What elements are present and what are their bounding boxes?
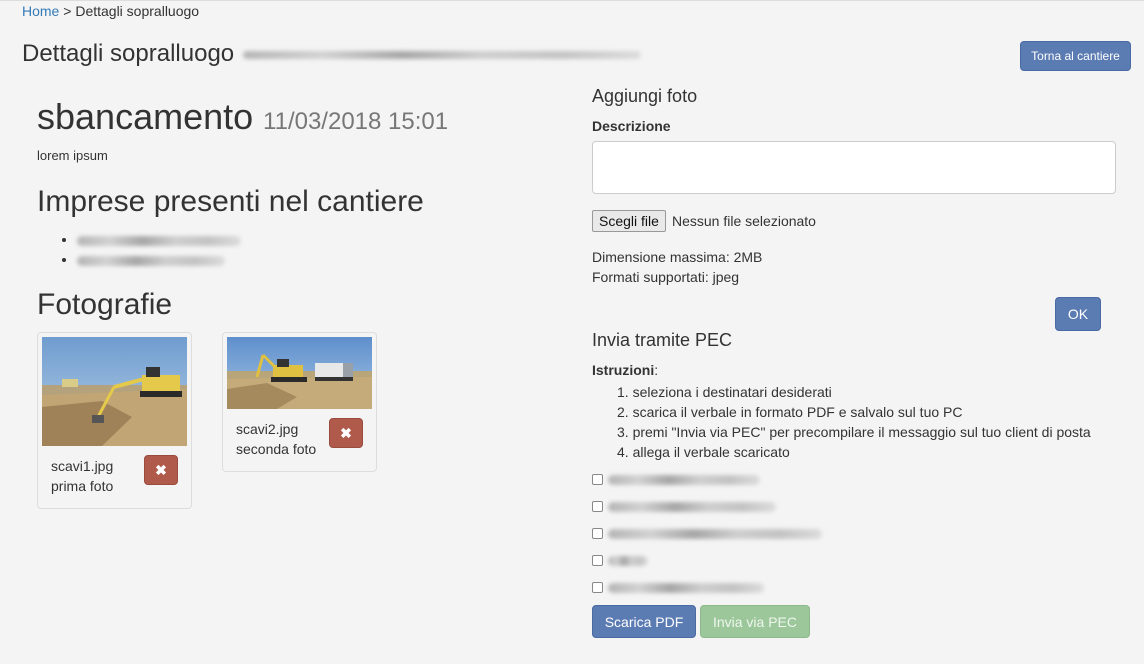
photo-card: scavi1.jpg prima foto ✖: [37, 332, 192, 509]
instructions-colon: :: [654, 362, 659, 378]
description-textarea[interactable]: [592, 141, 1116, 194]
instructions-list: 1. seleziona i destinatari desiderati 2.…: [617, 382, 1091, 462]
top-border: [0, 0, 1144, 1]
inspection-header: sbancamento 11/03/2018 15:01: [37, 96, 448, 138]
photo-card: scavi2.jpg seconda foto ✖: [222, 332, 377, 472]
instruction-step: 3. premi "Invia via PEC" per precompilar…: [617, 424, 1091, 440]
redacted-company: [77, 255, 225, 266]
redacted-recipient: [608, 502, 776, 512]
delete-photo-button[interactable]: ✖: [144, 455, 178, 485]
photos-heading: Fotografie: [37, 288, 173, 321]
back-to-site-button[interactable]: Torna al cantiere: [1020, 41, 1131, 71]
photo-caption: seconda foto: [236, 441, 317, 457]
recipient-checkbox[interactable]: [592, 501, 603, 512]
recipient-checkbox[interactable]: [592, 528, 603, 539]
formats-note: Formati supportati: jpeg: [592, 269, 740, 285]
breadcrumb-separator: >: [63, 3, 72, 19]
recipient-checkbox[interactable]: [592, 474, 603, 485]
photo-filename: scavi1.jpg: [51, 458, 114, 474]
companies-list: [37, 230, 241, 270]
close-icon: ✖: [155, 462, 167, 478]
breadcrumb: Home > Dettagli sopralluogo: [22, 3, 199, 19]
breadcrumb-current: Dettagli sopralluogo: [75, 3, 200, 19]
page-title: Dettagli sopralluogo: [22, 40, 641, 68]
recipient-checkbox[interactable]: [592, 582, 603, 593]
pec-heading: Invia tramite PEC: [592, 330, 733, 350]
recipient-checkbox[interactable]: [592, 555, 603, 566]
instructions-label-text: Istruzioni: [592, 362, 655, 378]
redacted-site-name: [242, 50, 641, 59]
companies-heading: Imprese presenti nel cantiere: [37, 185, 424, 218]
ok-button[interactable]: OK: [1055, 297, 1101, 331]
instruction-step: 2. scarica il verbale in formato PDF e s…: [617, 404, 963, 420]
photo-caption: prima foto: [51, 478, 114, 494]
download-pdf-button[interactable]: Scarica PDF: [592, 605, 696, 638]
description-label: Descrizione: [592, 118, 671, 134]
photo-filename: scavi2.jpg: [236, 421, 299, 437]
delete-photo-button[interactable]: ✖: [329, 418, 363, 448]
redacted-company: [77, 235, 241, 246]
instruction-step: 1. seleziona i destinatari desiderati: [617, 384, 832, 400]
redacted-recipient: [608, 529, 822, 539]
max-size-note: Dimensione massima: 2MB: [592, 249, 763, 265]
instruction-step: 4. allega il verbale scaricato: [617, 444, 790, 460]
inspection-datetime: 11/03/2018 15:01: [263, 108, 449, 135]
file-status: Nessun file selezionato: [672, 213, 816, 229]
choose-file-button[interactable]: Scegli file: [592, 210, 666, 232]
page-title-text: Dettagli sopralluogo: [22, 40, 235, 67]
instructions-label: Istruzioni:: [592, 362, 658, 378]
inspection-description: lorem ipsum: [37, 148, 108, 163]
company-item: [77, 250, 241, 270]
breadcrumb-home-link[interactable]: Home: [22, 3, 59, 19]
photo-thumbnail[interactable]: [227, 337, 372, 409]
send-pec-button[interactable]: Invia via PEC: [700, 605, 810, 638]
inspection-name: sbancamento: [37, 96, 254, 137]
redacted-recipient: [608, 475, 760, 485]
company-item: [77, 230, 241, 250]
photo-thumbnail[interactable]: [42, 337, 187, 446]
close-icon: ✖: [340, 425, 352, 441]
redacted-recipient: [608, 556, 648, 566]
redacted-recipient: [608, 583, 764, 593]
add-photo-heading: Aggiungi foto: [592, 86, 698, 106]
